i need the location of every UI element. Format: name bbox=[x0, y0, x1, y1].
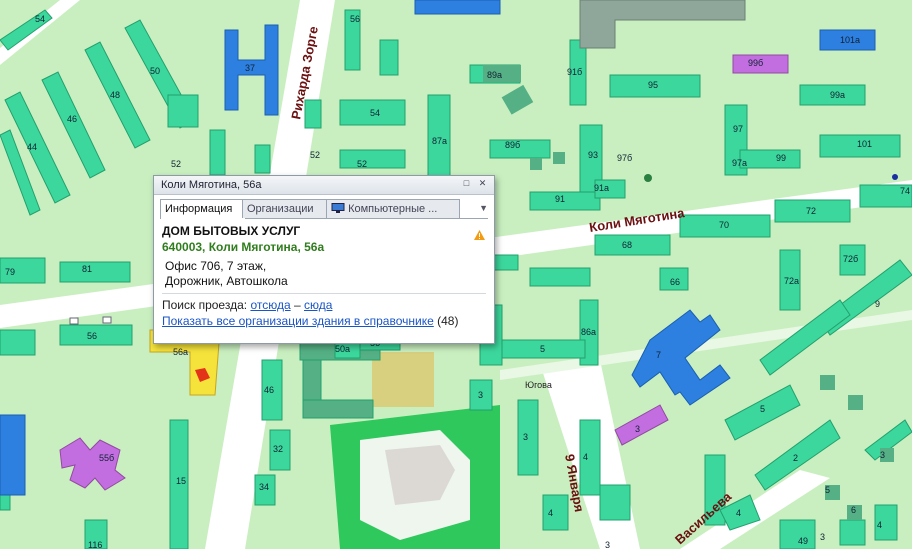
building-label: 3 bbox=[880, 450, 885, 460]
street-label-yugova: Югова bbox=[525, 380, 552, 390]
building-label: 91а bbox=[594, 183, 609, 193]
building-label: 56 bbox=[350, 14, 360, 24]
building-label: 56а bbox=[173, 347, 188, 357]
building-label: 97б bbox=[617, 153, 632, 163]
building-label: 3 bbox=[523, 432, 528, 442]
building-label: 5 bbox=[540, 344, 545, 354]
building-label: 49 bbox=[798, 536, 808, 546]
popup-tabs: Информация Организации Компьютерные ... … bbox=[160, 199, 488, 219]
building-label: 52 bbox=[310, 150, 320, 160]
office-line-1: Офис 706, 7 этаж, bbox=[165, 259, 267, 273]
popup-title: Коли Мяготина, 56а bbox=[161, 179, 262, 191]
building-label: 99а bbox=[830, 90, 845, 100]
building-label: 6 bbox=[851, 505, 856, 515]
building-label: 4 bbox=[583, 452, 588, 462]
popup-body: ДОМ БЫТОВЫХ УСЛУГ 640003, Коли Мяготина,… bbox=[162, 224, 486, 289]
building-label: 66 bbox=[670, 277, 680, 287]
building-label: 70 bbox=[719, 220, 729, 230]
building-label: 5 bbox=[825, 485, 830, 495]
building-label: 54 bbox=[370, 108, 380, 118]
all-orgs-count: (48) bbox=[437, 314, 459, 328]
building-label: 3 bbox=[605, 540, 610, 549]
office-line-2: Дорожник, Автошкола bbox=[165, 274, 288, 288]
building-label: 95 bbox=[648, 80, 658, 90]
tab-information[interactable]: Информация bbox=[160, 199, 246, 219]
building-label: 44 bbox=[27, 142, 37, 152]
building-label: 4 bbox=[877, 520, 882, 530]
tab-organizations[interactable]: Организации bbox=[242, 199, 328, 218]
building-label: 54 bbox=[35, 14, 45, 24]
popup-divider bbox=[162, 293, 486, 294]
all-orgs-row: Показать все организации здания в справо… bbox=[162, 314, 458, 328]
building-label: 101 bbox=[857, 139, 872, 149]
tabs-scroll-icon[interactable]: ▼ bbox=[479, 203, 488, 213]
sports-field bbox=[372, 352, 434, 407]
building-label: 87а bbox=[432, 136, 447, 146]
building-label: 97 bbox=[733, 124, 743, 134]
organization-name: ДОМ БЫТОВЫХ УСЛУГ bbox=[162, 224, 301, 238]
building-label: 56 bbox=[87, 331, 97, 341]
building-label: 15 bbox=[176, 476, 186, 486]
info-popup: Коли Мяготина, 56а □ ✕ Информация Органи… bbox=[153, 175, 495, 344]
building-label: 37 bbox=[245, 63, 255, 73]
building-label: 32 bbox=[273, 444, 283, 454]
building-label: 74 bbox=[900, 186, 910, 196]
building-label: 9 bbox=[875, 299, 880, 309]
building-label: 99б bbox=[748, 58, 763, 68]
building-label: 81 bbox=[82, 264, 92, 274]
tab-organizations-label: Организации bbox=[247, 203, 314, 215]
building-label: 52 bbox=[171, 159, 181, 169]
route-from-link[interactable]: отсюда bbox=[250, 298, 290, 312]
building-label: 79 bbox=[5, 267, 15, 277]
organization-address: 640003, Коли Мяготина, 56а bbox=[162, 240, 325, 254]
close-icon[interactable]: ✕ bbox=[477, 178, 488, 189]
building-label: 4 bbox=[736, 508, 741, 518]
building-label: 3 bbox=[635, 424, 640, 434]
building-label: 50 bbox=[150, 66, 160, 76]
building-label: 91 bbox=[555, 194, 565, 204]
tab-information-label: Информация bbox=[165, 203, 233, 215]
building-label: 4 bbox=[548, 508, 553, 518]
building-label: 101а bbox=[840, 35, 860, 45]
building-label: 3 bbox=[820, 532, 825, 542]
building-label: 72 bbox=[806, 206, 816, 216]
tab-computer-label: Компьютерные ... bbox=[348, 203, 438, 215]
building-label: 3 bbox=[478, 390, 483, 400]
building-label: 52 bbox=[357, 159, 367, 169]
building-label: 97а bbox=[732, 158, 747, 168]
building-label: 93 bbox=[588, 150, 598, 160]
popup-titlebar[interactable]: Коли Мяготина, 56а □ ✕ bbox=[154, 176, 494, 195]
office-info: Офис 706, 7 этаж, Дорожник, Автошкола bbox=[165, 259, 486, 289]
building-label: 7 bbox=[656, 350, 661, 360]
building-label: 46 bbox=[264, 385, 274, 395]
building-label: 72а bbox=[784, 276, 799, 286]
building-label: 116 bbox=[88, 540, 102, 549]
minimize-icon[interactable]: □ bbox=[461, 178, 472, 189]
building-label: 46 bbox=[67, 114, 77, 124]
building-label: 5 bbox=[760, 404, 765, 414]
tab-computer[interactable]: Компьютерные ... bbox=[326, 199, 460, 218]
building-label: 68 bbox=[622, 240, 632, 250]
route-label: Поиск проезда: bbox=[162, 298, 248, 312]
building-label: 89б bbox=[505, 140, 520, 150]
building-label: 89а bbox=[487, 70, 502, 80]
route-search: Поиск проезда: отсюда – сюда bbox=[162, 298, 332, 312]
building-label: 72б bbox=[843, 254, 858, 264]
route-to-link[interactable]: сюда bbox=[304, 298, 332, 312]
building-label: 86а bbox=[581, 327, 596, 337]
route-separator: – bbox=[293, 298, 301, 312]
building-label: 34 bbox=[259, 482, 269, 492]
all-orgs-link[interactable]: Показать все организации здания в справо… bbox=[162, 314, 434, 328]
building-label: 48 bbox=[110, 90, 120, 100]
building-label: 2 bbox=[793, 453, 798, 463]
building-label: 50а bbox=[335, 344, 350, 354]
monitor-icon bbox=[331, 203, 345, 213]
building-label: 99 bbox=[776, 153, 786, 163]
building-label: 91б bbox=[567, 67, 582, 77]
building-label: 55б bbox=[99, 453, 114, 463]
